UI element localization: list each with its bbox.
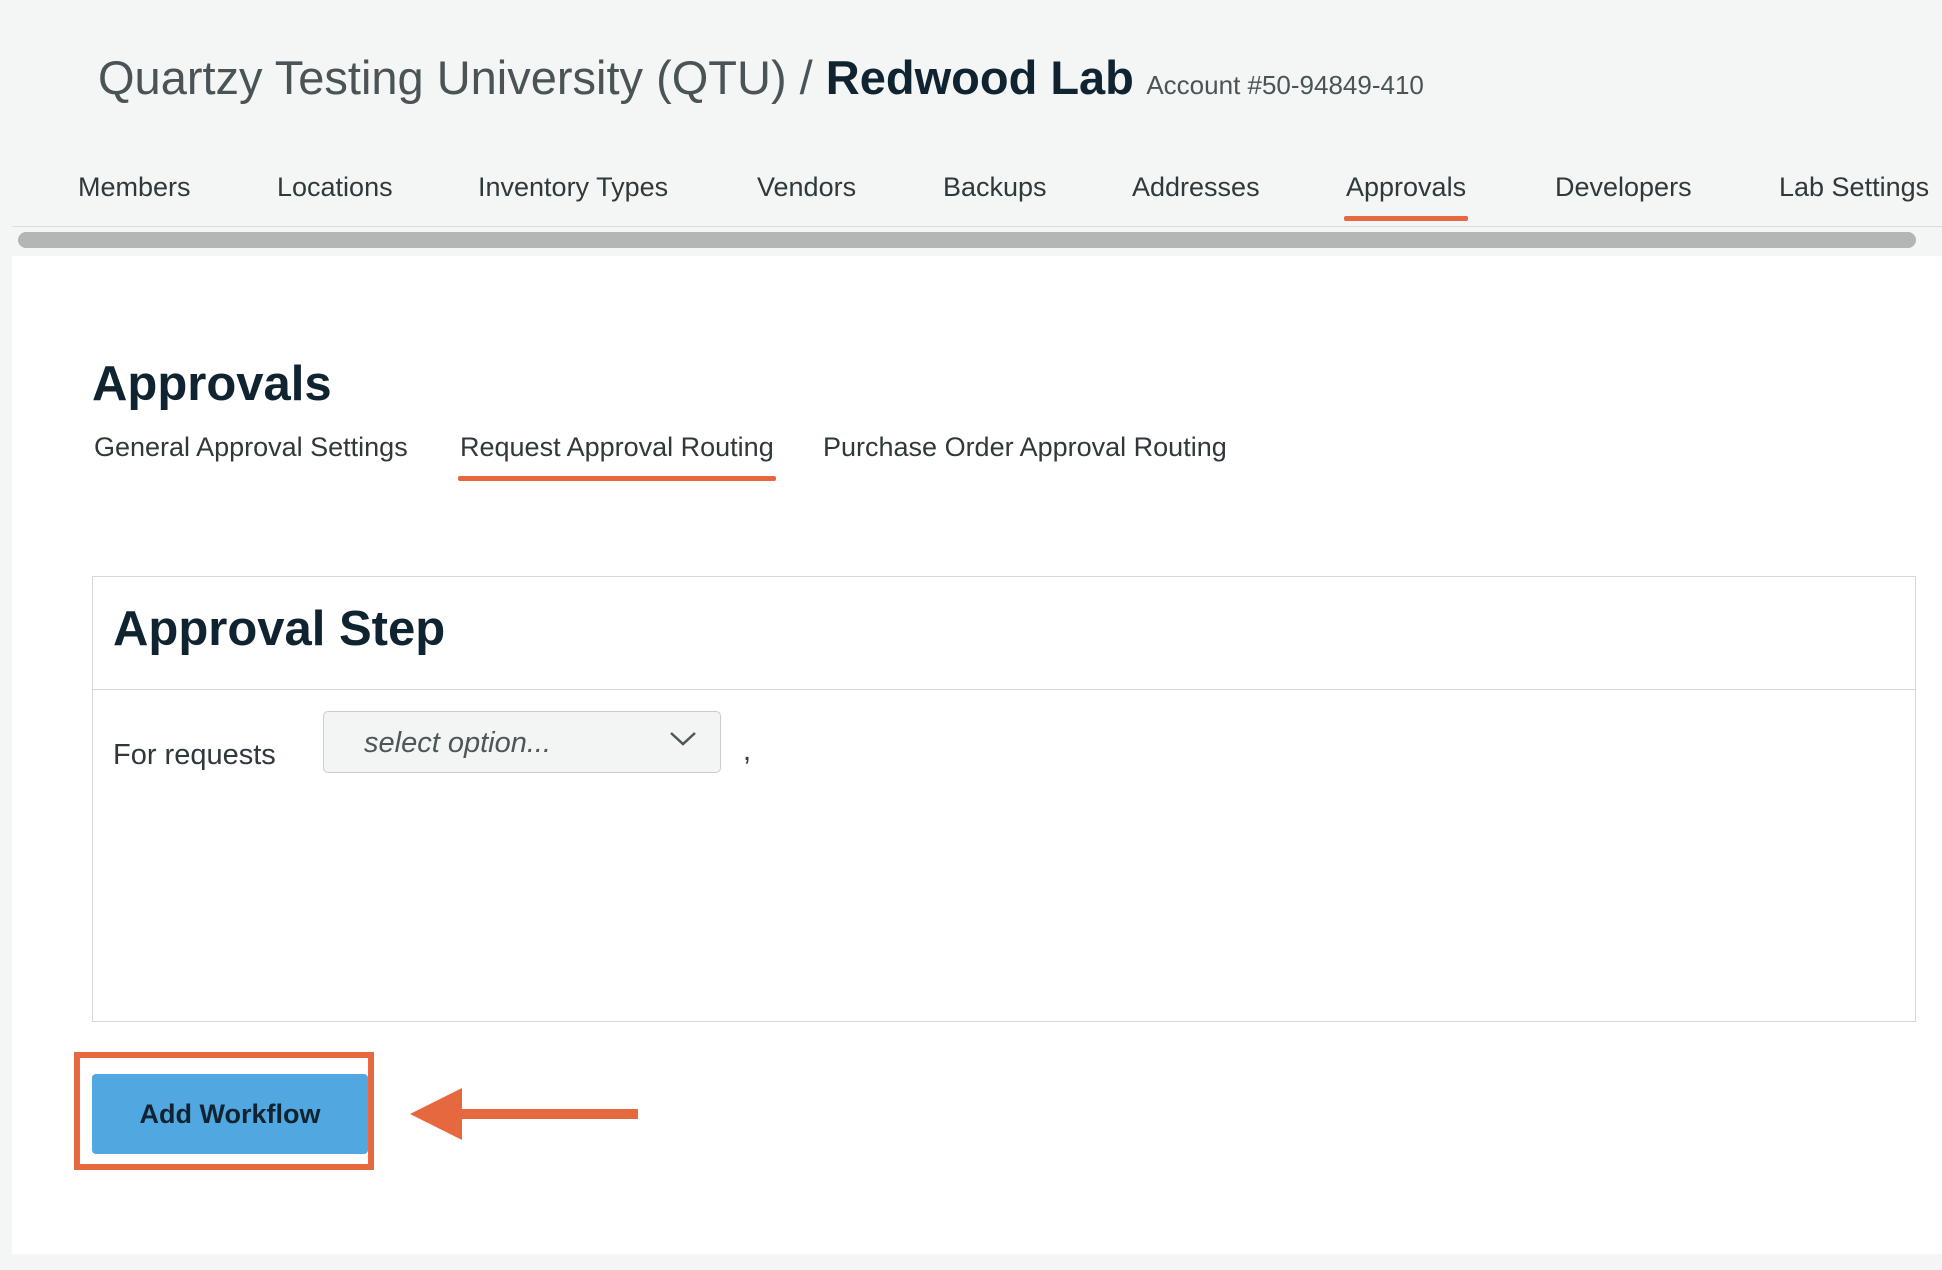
- subtab-purchase-order-approval-routing[interactable]: Purchase Order Approval Routing: [823, 432, 1227, 463]
- add-workflow-button[interactable]: Add Workflow: [92, 1074, 368, 1154]
- tab-approvals[interactable]: Approvals: [1343, 172, 1469, 221]
- tab-backups[interactable]: Backups: [943, 172, 1047, 203]
- tab-members[interactable]: Members: [78, 172, 191, 203]
- tab-vendors[interactable]: Vendors: [757, 172, 856, 203]
- approval-step-card: Approval Step For requests select option…: [92, 576, 1916, 1022]
- select-placeholder: select option...: [364, 727, 551, 759]
- approval-step-header: Approval Step: [93, 577, 1915, 690]
- tab-lab-settings[interactable]: Lab Settings: [1779, 172, 1929, 203]
- page-header: Quartzy Testing University (QTU) / Redwo…: [98, 50, 1424, 105]
- trailing-comma: ,: [743, 735, 752, 767]
- horizontal-scrollbar[interactable]: [14, 232, 1920, 252]
- approval-step-title: Approval Step: [113, 602, 446, 656]
- content-panel: Approvals General Approval Settings Requ…: [12, 256, 1942, 1254]
- subtab-general-approval-settings[interactable]: General Approval Settings: [94, 432, 408, 463]
- org-name: Quartzy Testing University (QTU) /: [98, 51, 826, 104]
- for-requests-label: For requests: [113, 739, 276, 771]
- lab-name: Redwood Lab: [825, 51, 1134, 104]
- scrollbar-thumb[interactable]: [18, 232, 1916, 248]
- subtab-request-approval-routing[interactable]: Request Approval Routing: [458, 432, 776, 481]
- chevron-down-icon: [670, 732, 696, 746]
- tab-inventory-types[interactable]: Inventory Types: [478, 172, 668, 203]
- tab-addresses[interactable]: Addresses: [1132, 172, 1260, 203]
- request-type-select[interactable]: select option...: [323, 711, 721, 773]
- account-number: Account #50-94849-410: [1146, 70, 1424, 100]
- tab-locations[interactable]: Locations: [277, 172, 393, 203]
- arrow-left-icon: [410, 1088, 638, 1140]
- settings-nav: Members Locations Inventory Types Vendor…: [12, 152, 1942, 227]
- tab-developers[interactable]: Developers: [1555, 172, 1692, 203]
- page-title: Approvals: [92, 357, 332, 411]
